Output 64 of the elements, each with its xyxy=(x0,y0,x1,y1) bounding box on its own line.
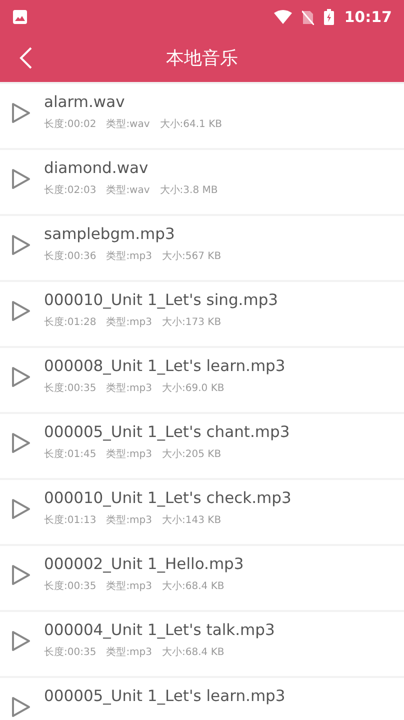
track-name: alarm.wav xyxy=(44,93,126,111)
track-length: 长度:00:35 xyxy=(44,580,96,593)
track-size: 大小:143 KB xyxy=(162,514,222,527)
track-item[interactable]: diamond.wav 长度:02:03 类型:wav 大小:3.8 MB xyxy=(0,150,404,214)
track-name: samplebgm.mp3 xyxy=(44,225,176,243)
track-length: 长度:01:45 xyxy=(44,448,96,461)
wifi-icon xyxy=(274,10,292,24)
track-item[interactable]: 000002_Unit 1_Hello.mp3 长度:00:35 类型:mp3 大小:68.4 KB xyxy=(0,546,404,610)
track-length: 长度:00:02 xyxy=(44,118,96,131)
track-type: 类型:mp3 xyxy=(106,448,152,461)
track-length: 长度:00:35 xyxy=(44,382,96,395)
track-type: 类型:wav xyxy=(106,118,150,131)
track-length: 长度:00:35 xyxy=(44,646,96,659)
track-name: 000010_Unit 1_Let's sing.mp3 xyxy=(44,291,278,309)
track-length: 长度:02:03 xyxy=(44,184,96,197)
track-type: 类型:mp3 xyxy=(106,316,152,329)
track-size: 大小:567 KB xyxy=(162,250,222,263)
track-item[interactable]: 000005_Unit 1_Let's chant.mp3 长度:01:45 类型:mp3 大小:205 KB xyxy=(0,414,404,478)
track-size: 大小:64.1 KB xyxy=(160,118,222,131)
track-item[interactable]: alarm.wav 长度:00:02 类型:wav 大小:64.1 KB xyxy=(0,84,404,148)
play-icon[interactable] xyxy=(10,299,32,323)
play-icon[interactable] xyxy=(10,101,32,125)
play-icon[interactable] xyxy=(10,563,32,587)
image-icon xyxy=(13,10,27,24)
play-icon[interactable] xyxy=(10,695,32,719)
track-name: 000008_Unit 1_Let's learn.mp3 xyxy=(44,357,286,375)
track-size: 大小:68.4 KB xyxy=(162,646,224,659)
play-icon[interactable] xyxy=(10,365,32,389)
track-type: 类型:mp3 xyxy=(106,646,152,659)
track-item[interactable]: 000010_Unit 1_Let's sing.mp3 长度:01:28 类型:mp3 大小:173 KB xyxy=(0,282,404,346)
track-item[interactable]: 000004_Unit 1_Let's talk.mp3 长度:00:35 类型:mp3 大小:68.4 KB xyxy=(0,612,404,676)
track-name: 000005_Unit 1_Let's learn.mp3 xyxy=(44,687,286,705)
track-size: 大小:69.0 KB xyxy=(162,382,224,395)
track-type: 类型:wav xyxy=(106,184,150,197)
page-title: 本地音乐 xyxy=(166,47,238,70)
battery-icon xyxy=(324,9,334,25)
track-type: 类型:mp3 xyxy=(106,382,152,395)
play-icon[interactable] xyxy=(10,167,32,191)
track-size: 大小:3.8 MB xyxy=(160,184,218,197)
track-length: 长度:00:36 xyxy=(44,250,96,263)
track-size: 大小:173 KB xyxy=(162,316,222,329)
track-name: diamond.wav xyxy=(44,159,150,177)
clock-time: 10:17 xyxy=(344,8,392,26)
track-type: 类型:mp3 xyxy=(106,250,152,263)
track-item[interactable]: 000005_Unit 1_Let's learn.mp3 xyxy=(0,678,404,720)
track-size: 大小:68.4 KB xyxy=(162,580,224,593)
track-name: 000010_Unit 1_Let's check.mp3 xyxy=(44,489,292,507)
track-name: 000005_Unit 1_Let's chant.mp3 xyxy=(44,423,290,441)
track-item[interactable]: 000008_Unit 1_Let's learn.mp3 长度:00:35 类型:mp3 大小:69.0 KB xyxy=(0,348,404,412)
track-length: 长度:01:28 xyxy=(44,316,96,329)
track-type: 类型:mp3 xyxy=(106,514,152,527)
track-length: 长度:01:13 xyxy=(44,514,96,527)
track-name: 000004_Unit 1_Let's talk.mp3 xyxy=(44,621,275,639)
track-size: 大小:205 KB xyxy=(162,448,222,461)
play-icon[interactable] xyxy=(10,497,32,521)
track-type: 类型:mp3 xyxy=(106,580,152,593)
play-icon[interactable] xyxy=(10,629,32,653)
track-item[interactable]: samplebgm.mp3 长度:00:36 类型:mp3 大小:567 KB xyxy=(0,216,404,280)
no-sim-icon xyxy=(302,10,314,24)
track-item[interactable]: 000010_Unit 1_Let's check.mp3 长度:01:13 类型:mp3 大小:143 KB xyxy=(0,480,404,544)
back-icon xyxy=(19,46,33,70)
play-icon[interactable] xyxy=(10,431,32,455)
track-name: 000002_Unit 1_Hello.mp3 xyxy=(44,555,244,573)
play-icon[interactable] xyxy=(10,233,32,257)
